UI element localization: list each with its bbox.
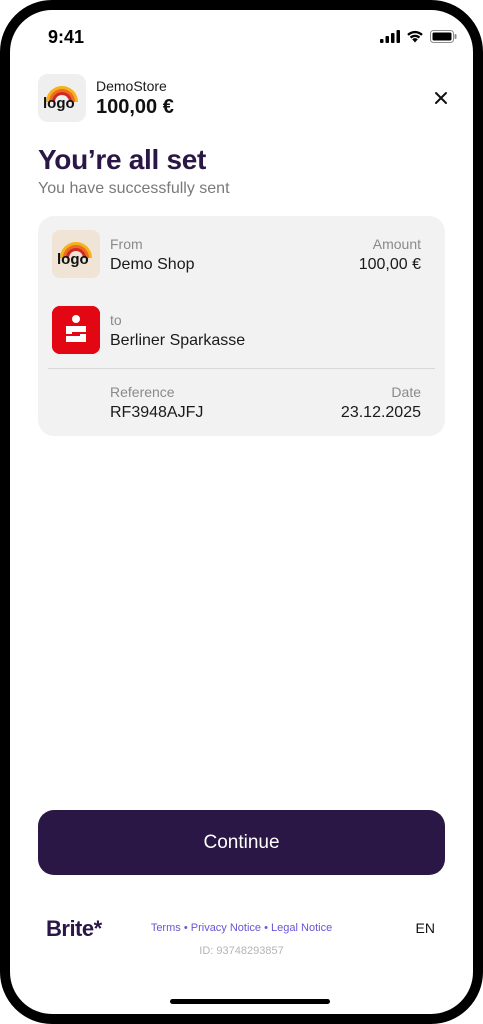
privacy-notice-link[interactable]: Privacy Notice — [191, 922, 261, 934]
amount-value: 100,00 € — [358, 256, 421, 273]
wifi-icon — [406, 30, 424, 48]
cellular-signal-icon — [380, 30, 400, 48]
language-selector[interactable]: EN — [416, 920, 435, 936]
merchant-logo: logo — [38, 74, 86, 122]
from-label: From — [110, 236, 143, 252]
page-subtitle: You have successfully sent — [38, 180, 230, 197]
continue-button[interactable]: Continue — [38, 810, 445, 875]
reference-label: Reference — [110, 384, 175, 400]
legal-notice-link[interactable]: Legal Notice — [271, 922, 332, 934]
phone-frame: 9:41 logo DemoStore 100,00 € You’re all … — [0, 0, 483, 1024]
to-label: to — [110, 312, 122, 328]
status-icons — [380, 30, 457, 48]
date-label: Date — [391, 384, 421, 400]
merchant-amount: 100,00 € — [96, 96, 174, 118]
battery-icon — [430, 30, 457, 48]
footer: Brite* Terms • Privacy Notice • Legal No… — [38, 910, 445, 970]
footer-links: Terms • Privacy Notice • Legal Notice — [38, 922, 445, 934]
merchant-name: DemoStore — [96, 78, 167, 94]
date-value: 23.12.2025 — [340, 404, 421, 421]
svg-text:logo: logo — [57, 251, 89, 268]
reference-value: RF3948AJFJ — [110, 404, 204, 421]
sender-logo: logo — [52, 230, 100, 278]
from-value: Demo Shop — [110, 256, 195, 273]
sparkasse-logo — [52, 306, 100, 354]
page-title: You’re all set — [38, 144, 207, 175]
terms-link[interactable]: Terms — [151, 922, 181, 934]
to-value: Berliner Sparkasse — [110, 332, 246, 349]
home-indicator — [170, 999, 330, 1004]
amount-label: Amount — [372, 236, 421, 252]
svg-text:logo: logo — [43, 95, 75, 112]
divider — [48, 368, 435, 369]
transaction-details-card: logo From Demo Shop Amount 100,00 € to B… — [38, 216, 445, 436]
separator: • — [183, 922, 188, 934]
separator: • — [264, 922, 268, 934]
close-icon — [435, 92, 447, 104]
merchant-header: logo DemoStore 100,00 € — [38, 74, 455, 124]
status-bar: 9:41 — [10, 10, 473, 74]
status-time: 9:41 — [48, 27, 85, 47]
close-button[interactable] — [431, 88, 451, 108]
session-id: ID: 93748293857 — [199, 945, 284, 957]
